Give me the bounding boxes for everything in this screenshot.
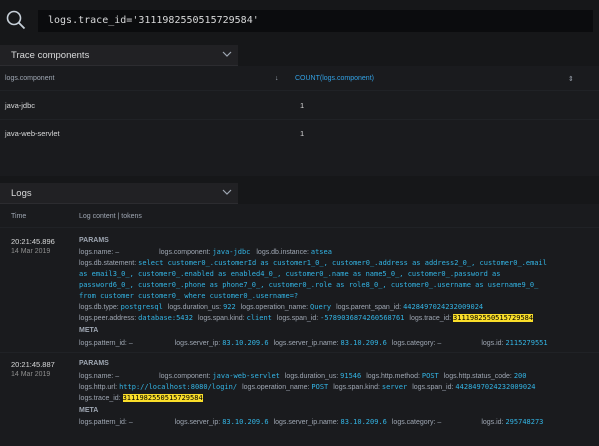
- log-line: logs.name: – logs.component: java-web-ser…: [79, 372, 527, 380]
- query-bar: logs.trace_id='3111982550515729584': [0, 0, 599, 42]
- log-line: logs.peer.address: database:5432 logs.spa…: [79, 314, 534, 322]
- trace-id-highlight[interactable]: 3111982550515729584: [453, 314, 534, 322]
- query-prefix: logs.: [48, 15, 79, 26]
- log-line: logs.db.statement: select customer0_.cus…: [79, 259, 547, 267]
- sort-down-icon[interactable]: ↓: [275, 75, 279, 82]
- log-line: logs.db.type: postgresql logs.duration_us…: [79, 303, 484, 311]
- trace-components-title: Trace components: [11, 50, 90, 61]
- column-header-time: Time: [11, 213, 27, 220]
- logs-title: Logs: [11, 188, 32, 199]
- column-header-component[interactable]: logs.component: [5, 75, 54, 82]
- table-row-component: java-jdbc: [5, 101, 36, 110]
- trace-id-highlight[interactable]: 3111982550515729584: [122, 394, 203, 402]
- log-date: 14 Mar 2019: [11, 371, 51, 378]
- logs-header[interactable]: Logs: [0, 183, 238, 204]
- log-line: from customer customer0_ where customer0…: [79, 292, 299, 300]
- table-row-count: 1: [300, 129, 305, 138]
- column-header-log-content: Log content | tokens: [79, 213, 142, 220]
- log-line: password6_0_, customer0_.phone as phone7…: [79, 281, 539, 289]
- log-time: 20:21:45.896: [11, 237, 55, 246]
- meta-label: META: [79, 407, 99, 414]
- chevron-down-icon[interactable]: [222, 187, 232, 197]
- log-line: logs.pattern_id: – logs.server_ip: 83.10.…: [79, 418, 544, 426]
- log-line: as email3_0_, customer0_.enabled as enab…: [79, 270, 501, 278]
- row-divider: [0, 119, 599, 120]
- log-line: logs.trace_id: 3111982550515729584: [79, 394, 203, 402]
- query-field: trace_id: [78, 15, 127, 26]
- query-input[interactable]: logs.trace_id='3111982550515729584': [38, 10, 593, 32]
- query-value: '3111982550515729584': [132, 15, 259, 26]
- search-icon[interactable]: [6, 10, 26, 30]
- log-date: 14 Mar 2019: [11, 248, 51, 255]
- params-label: PARAMS: [79, 237, 109, 244]
- table-row-component: java-web-servlet: [5, 129, 60, 138]
- meta-label: META: [79, 327, 99, 334]
- log-line: logs.pattern_id: – logs.server_ip: 83.10.…: [79, 339, 548, 347]
- log-line: logs.name: – logs.component: java-jdbc log…: [79, 248, 332, 256]
- log-time: 20:21:45.887: [11, 360, 55, 369]
- table-row-count: 1: [300, 101, 305, 110]
- log-line: logs.http.url: http://localhost:8080/log…: [79, 383, 536, 391]
- params-label: PARAMS: [79, 360, 109, 367]
- chevron-down-icon[interactable]: [222, 49, 232, 59]
- row-divider: [0, 352, 599, 353]
- logs-table: Time Log content | tokens 20:21:45.896 1…: [0, 204, 599, 446]
- sort-updown-icon[interactable]: ⇕: [568, 75, 574, 83]
- header-divider: [0, 90, 599, 91]
- column-header-count[interactable]: COUNT(logs.component): [295, 75, 374, 82]
- trace-components-header[interactable]: Trace components: [0, 45, 238, 66]
- trace-components-table: logs.component ↓ COUNT(logs.component) ⇕…: [0, 66, 599, 176]
- header-divider: [0, 227, 599, 228]
